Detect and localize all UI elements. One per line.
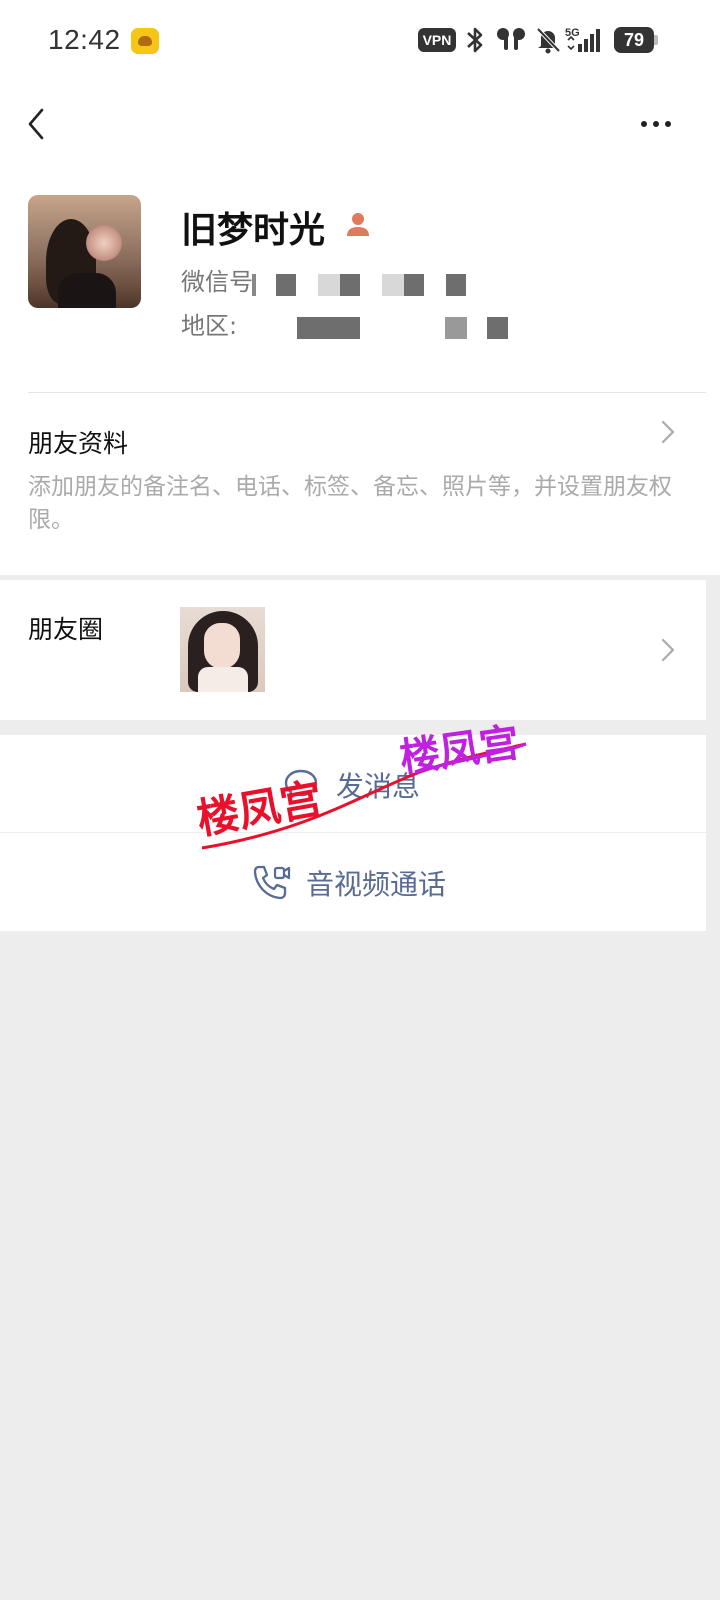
back-chevron-icon[interactable] xyxy=(20,104,56,144)
battery-level: 79 xyxy=(614,27,654,53)
earbuds-icon xyxy=(497,28,525,50)
av-call-label: 音视频通话 xyxy=(306,868,447,901)
battery-cap xyxy=(654,35,658,45)
contact-name: 旧梦时光 xyxy=(181,210,326,251)
region-label: 地区: xyxy=(181,312,238,340)
friend-info-title: 朋友资料 xyxy=(28,429,129,458)
network-label: 5G xyxy=(565,27,580,39)
status-time: 12:42 xyxy=(48,24,121,55)
chat-bubble-icon xyxy=(284,769,318,800)
chevron-right-icon xyxy=(661,638,675,662)
status-bar: 12:42 VPN 5G 79 xyxy=(0,0,720,80)
more-options-icon[interactable] xyxy=(636,114,676,134)
section-divider xyxy=(28,392,706,393)
wechat-id-label: 微信号 xyxy=(181,268,253,296)
signal-5g-icon: 5G xyxy=(565,27,600,52)
moments-title: 朋友圈 xyxy=(28,615,104,644)
mute-bell-icon xyxy=(536,27,561,54)
av-call-button[interactable]: 音视频通话 xyxy=(0,833,706,931)
phone-video-icon xyxy=(253,865,291,900)
send-message-label: 发消息 xyxy=(336,770,421,803)
app-notification-icon xyxy=(131,28,159,54)
female-gender-icon xyxy=(347,213,369,236)
moments-row[interactable]: 朋友圈 xyxy=(0,580,706,720)
chevron-right-icon xyxy=(661,420,675,444)
avatar[interactable] xyxy=(28,195,141,308)
profile-card: 12:42 VPN 5G 79 旧梦时光 微信号 地区: 朋友资料 添加朋友的备… xyxy=(0,0,720,575)
vpn-badge: VPN xyxy=(418,28,456,52)
bluetooth-icon xyxy=(467,27,483,53)
actions-panel: 发消息 音视频通话 xyxy=(0,735,706,931)
battery-icon: 79 xyxy=(614,27,658,53)
friend-info-description: 添加朋友的备注名、电话、标签、备忘、照片等，并设置朋友权限。 xyxy=(28,474,672,533)
send-message-button[interactable]: 发消息 xyxy=(0,735,706,832)
moments-thumbnail xyxy=(180,607,265,692)
